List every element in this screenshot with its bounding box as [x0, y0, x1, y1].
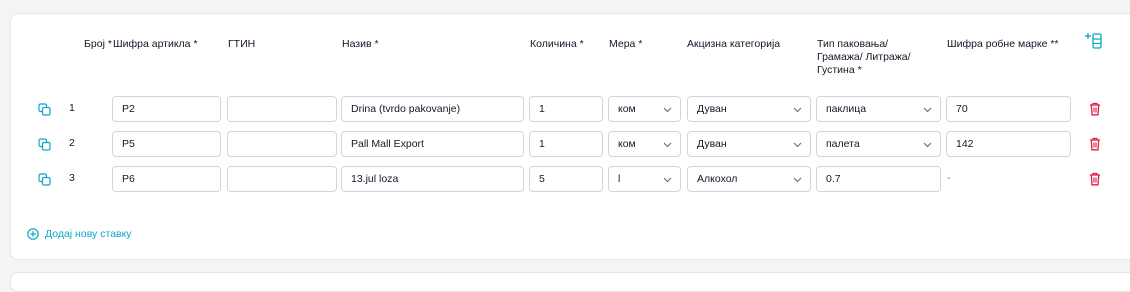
akcizna-kategorija-select[interactable]: Алкохол: [687, 166, 811, 192]
naziv-input[interactable]: Drina (tvrdo pakovanje): [341, 96, 524, 122]
trash-icon[interactable]: [1089, 172, 1101, 186]
mera-select-value: l: [618, 173, 621, 185]
gtin-input[interactable]: [227, 166, 337, 192]
table-row: 2 P5 Pall Mall Export 1 ком Дуван палета…: [0, 131, 1130, 157]
tip-pakovanja-select[interactable]: паклица: [816, 96, 941, 122]
chevron-down-icon: [793, 107, 802, 113]
chevron-down-icon: [663, 142, 672, 148]
header-sifra-artikla: Шифра артикла *: [113, 38, 198, 50]
tip-select-value: паклица: [826, 103, 867, 115]
copy-icon[interactable]: [38, 173, 51, 186]
akcizna-kategorija-select[interactable]: Дуван: [687, 96, 811, 122]
copy-icon[interactable]: [38, 138, 51, 151]
plus-circle-icon: [27, 228, 39, 240]
header-tip-pakovanja: Тип паковања/ Грамажа/ Литража/ Густина …: [817, 38, 911, 77]
top-strip: [0, 0, 1130, 10]
header-naziv: Назив *: [342, 38, 379, 50]
sifra-robne-marke-value: -: [947, 172, 951, 184]
trash-icon[interactable]: [1089, 137, 1101, 151]
mera-select[interactable]: ком: [608, 96, 681, 122]
add-new-item-button[interactable]: Додај нову ставку: [27, 228, 132, 240]
sifra-robne-marke-input[interactable]: 70: [946, 96, 1071, 122]
akcizna-select-value: Алкохол: [697, 173, 738, 185]
akcizna-select-value: Дуван: [697, 103, 727, 115]
trash-icon[interactable]: [1089, 102, 1101, 116]
header-tip-line1: Тип паковања/: [817, 38, 889, 50]
add-column-icon[interactable]: [1085, 32, 1103, 50]
table-row: 3 P6 13.jul loza 5 l Алкохол 0.7 -: [0, 166, 1130, 192]
sifra-robne-marke-input[interactable]: 142: [946, 131, 1071, 157]
add-new-item-label: Додај нову ставку: [45, 228, 132, 240]
copy-icon[interactable]: [38, 103, 51, 116]
akcizna-kategorija-select[interactable]: Дуван: [687, 131, 811, 157]
table-row: 1 P2 Drina (tvrdo pakovanje) 1 ком Дуван…: [0, 96, 1130, 122]
header-gtin: ГТИН: [228, 38, 256, 50]
kolicina-input[interactable]: 5: [529, 166, 603, 192]
chevron-down-icon: [923, 107, 932, 113]
header-tip-line3: Густина *: [817, 64, 862, 76]
chevron-down-icon: [663, 177, 672, 183]
header-kolicina: Количина *: [530, 38, 584, 50]
row-number: 1: [69, 102, 75, 114]
mera-select-value: ком: [618, 103, 636, 115]
mera-select-value: ком: [618, 138, 636, 150]
header-tip-line2: Грамажа/ Литража/: [817, 51, 911, 63]
chevron-down-icon: [793, 142, 802, 148]
header-mera: Мера *: [609, 38, 643, 50]
sifra-artikla-input[interactable]: P2: [112, 96, 221, 122]
mera-select[interactable]: ком: [608, 131, 681, 157]
gtin-input[interactable]: [227, 131, 337, 157]
tip-select-value: палета: [826, 138, 860, 150]
naziv-input[interactable]: 13.jul loza: [341, 166, 524, 192]
naziv-input[interactable]: Pall Mall Export: [341, 131, 524, 157]
sifra-artikla-input[interactable]: P6: [112, 166, 221, 192]
chevron-down-icon: [663, 107, 672, 113]
chevron-down-icon: [923, 142, 932, 148]
tip-pakovanja-select[interactable]: палета: [816, 131, 941, 157]
row-number: 2: [69, 137, 75, 149]
gtin-input[interactable]: [227, 96, 337, 122]
chevron-down-icon: [793, 177, 802, 183]
kolicina-input[interactable]: 1: [529, 96, 603, 122]
sifra-artikla-input[interactable]: P5: [112, 131, 221, 157]
header-akcizna-kategorija: Акцизна категорија: [687, 38, 781, 50]
header-sifra-robne-marke: Шифра робне марке **: [947, 38, 1059, 50]
next-section-card: [10, 272, 1130, 292]
header-broj: Број *: [84, 38, 112, 50]
mera-select[interactable]: l: [608, 166, 681, 192]
akcizna-select-value: Дуван: [697, 138, 727, 150]
row-number: 3: [69, 172, 75, 184]
tip-pakovanja-input[interactable]: 0.7: [816, 166, 941, 192]
kolicina-input[interactable]: 1: [529, 131, 603, 157]
